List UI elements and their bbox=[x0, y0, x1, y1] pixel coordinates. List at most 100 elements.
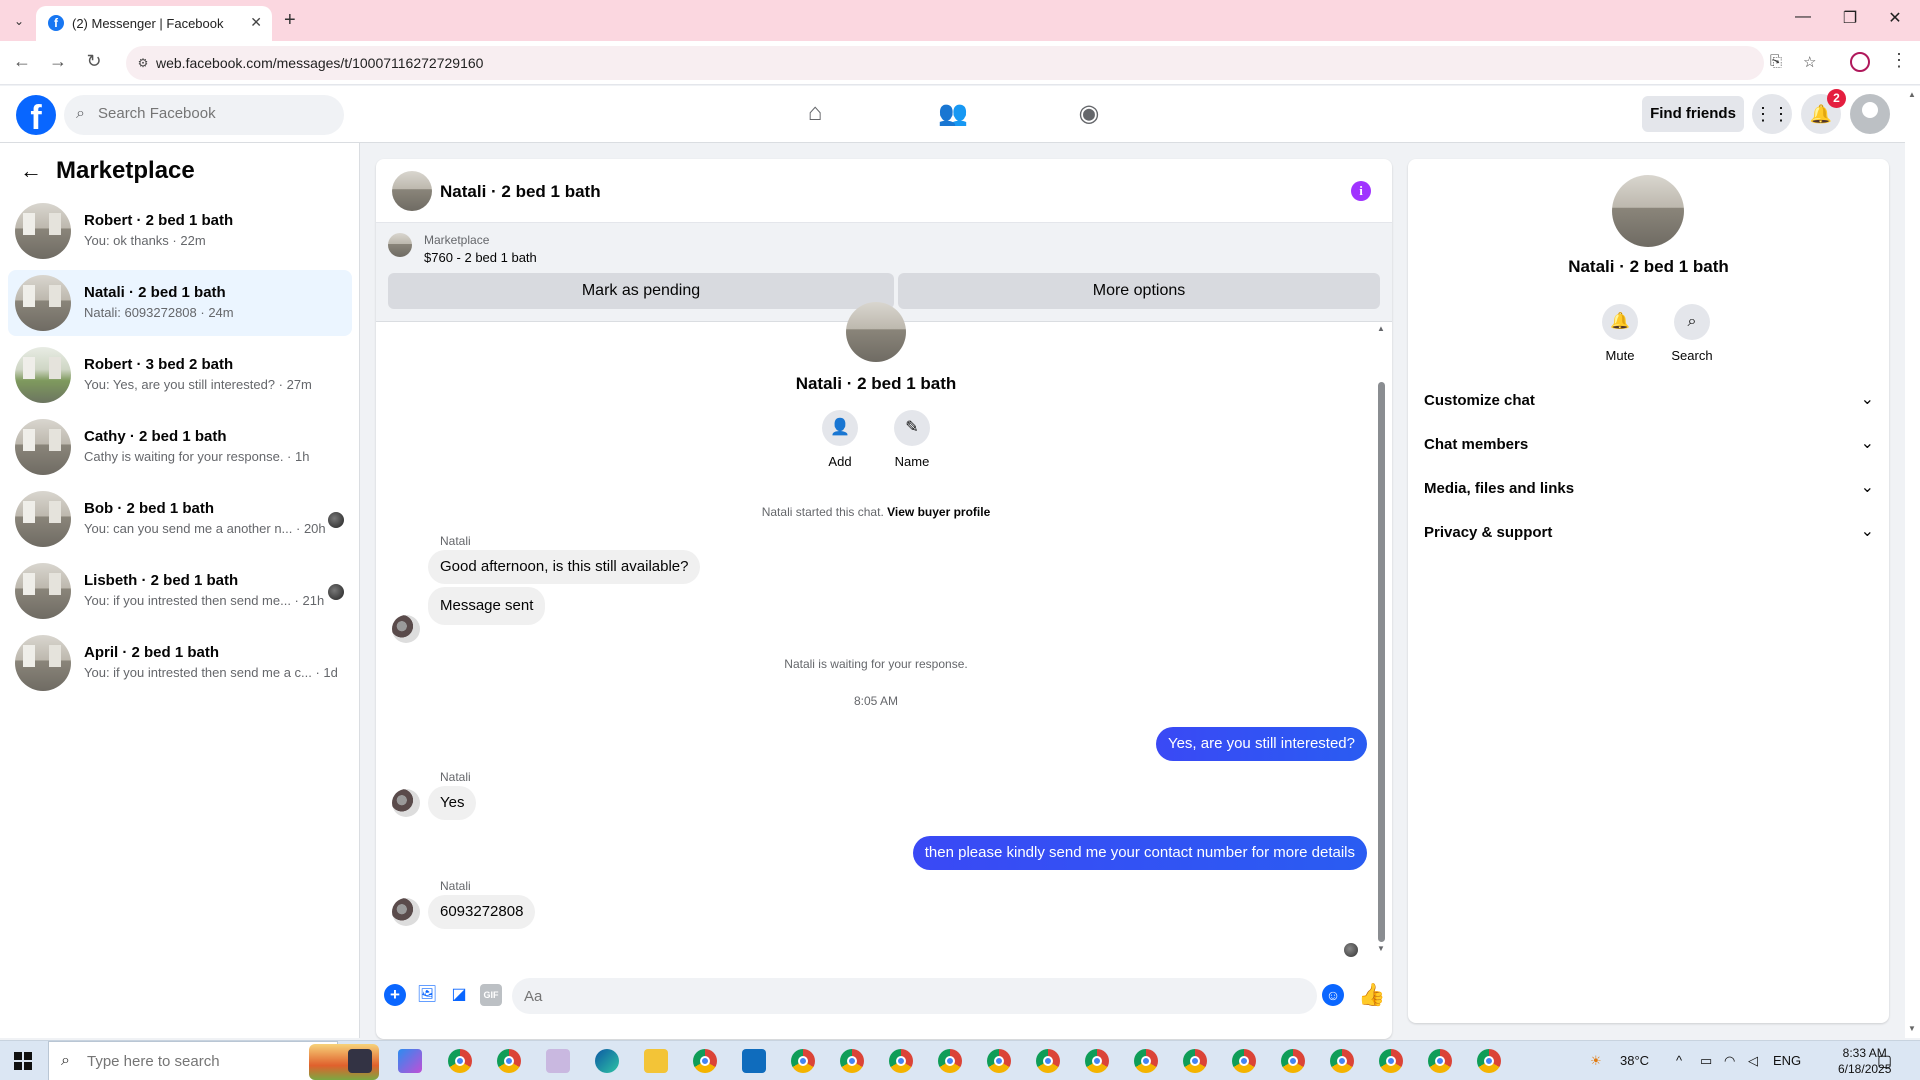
tab-search-icon[interactable]: ⌄ bbox=[10, 12, 28, 30]
conversation-item[interactable]: Lisbeth · 2 bed 1 bath You: if you intre… bbox=[8, 558, 352, 624]
browser-tab[interactable]: f (2) Messenger | Facebook ✕ bbox=[36, 6, 272, 41]
mark-as-pending-button[interactable]: Mark as pending bbox=[388, 273, 894, 309]
back-icon[interactable]: ← bbox=[10, 51, 34, 72]
page-scrollbar[interactable]: ▲ ▼ bbox=[1905, 86, 1920, 1038]
scroll-down-arrow-icon[interactable]: ▼ bbox=[1375, 944, 1387, 953]
conversation-item[interactable]: April · 2 bed 1 bath You: if you intrest… bbox=[8, 630, 352, 696]
emoji-icon[interactable]: ☺ bbox=[1322, 984, 1344, 1006]
url-text[interactable]: web.facebook.com/messages/t/100071162727… bbox=[156, 55, 483, 71]
omnibox[interactable]: ⚙ web.facebook.com/messages/t/1000711627… bbox=[126, 46, 1782, 80]
search-action[interactable]: ⌕ Search bbox=[1662, 304, 1722, 363]
new-tab-icon[interactable]: + bbox=[284, 9, 296, 32]
home-icon[interactable]: ⌂ bbox=[793, 99, 837, 131]
language-indicator[interactable]: ENG bbox=[1773, 1053, 1801, 1068]
tray-chevron-icon[interactable]: ^ bbox=[1676, 1053, 1682, 1068]
chat-title[interactable]: Natali · 2 bed 1 bath bbox=[440, 182, 601, 202]
mute-action[interactable]: 🔔 Mute bbox=[1590, 304, 1650, 363]
chrome-icon[interactable] bbox=[1477, 1049, 1501, 1073]
facebook-search[interactable]: ⌕ bbox=[64, 95, 344, 135]
minimize-icon[interactable]: — bbox=[1788, 8, 1818, 26]
chrome-icon[interactable] bbox=[1232, 1049, 1256, 1073]
chat-header-thumbnail[interactable] bbox=[392, 171, 432, 211]
chrome-icon[interactable] bbox=[497, 1049, 521, 1073]
app-icon[interactable] bbox=[546, 1049, 570, 1073]
conversation-item[interactable]: Robert · 3 bed 2 bath You: Yes, are you … bbox=[8, 342, 352, 408]
chrome-icon[interactable] bbox=[1428, 1049, 1452, 1073]
chrome-icon[interactable] bbox=[889, 1049, 913, 1073]
chrome-icon[interactable] bbox=[791, 1049, 815, 1073]
scroll-up-arrow-icon[interactable]: ▲ bbox=[1375, 324, 1387, 333]
notification-center-icon[interactable]: ▢ bbox=[1877, 1051, 1892, 1071]
chat-members-section[interactable]: Chat members ⌄ bbox=[1424, 425, 1874, 465]
taskbar-search[interactable]: ⌕ bbox=[48, 1041, 379, 1080]
wifi-icon[interactable]: ◠ bbox=[1724, 1053, 1735, 1069]
conversation-item-active[interactable]: Natali · 2 bed 1 bath Natali: 6093272808… bbox=[8, 270, 352, 336]
install-app-icon[interactable]: ⎘ bbox=[1770, 53, 1782, 70]
task-view-icon[interactable] bbox=[348, 1049, 372, 1073]
page-scroll-down-icon[interactable]: ▼ bbox=[1908, 1024, 1916, 1033]
find-friends-button[interactable]: Find friends bbox=[1642, 96, 1744, 132]
incoming-message[interactable]: Yes bbox=[428, 786, 477, 820]
outlook-icon[interactable] bbox=[742, 1049, 766, 1073]
listing-price[interactable]: $760 - 2 bed 1 bath bbox=[424, 250, 537, 265]
meet-now-icon[interactable]: ▭ bbox=[1700, 1053, 1712, 1069]
forward-icon[interactable]: → bbox=[46, 51, 70, 72]
name-action[interactable]: ✎ Name bbox=[882, 410, 942, 469]
chrome-icon[interactable] bbox=[693, 1049, 717, 1073]
media-files-links-section[interactable]: Media, files and links ⌄ bbox=[1424, 469, 1874, 509]
chrome-icon[interactable] bbox=[1134, 1049, 1158, 1073]
incoming-message[interactable]: Message sent bbox=[428, 587, 546, 625]
gif-icon[interactable]: GIF bbox=[480, 984, 502, 1006]
page-scroll-up-icon[interactable]: ▲ bbox=[1908, 90, 1916, 99]
weather-icon[interactable]: ☀ bbox=[1590, 1053, 1602, 1069]
bookmark-star-icon[interactable]: ☆ bbox=[1803, 53, 1816, 71]
chrome-icon[interactable] bbox=[987, 1049, 1011, 1073]
message-input[interactable] bbox=[512, 978, 1317, 1014]
menu-grid-icon[interactable]: ⋮⋮ bbox=[1752, 94, 1792, 134]
volume-icon[interactable]: ◁ bbox=[1748, 1053, 1758, 1069]
tab-close-icon[interactable]: ✕ bbox=[250, 14, 262, 31]
restore-icon[interactable]: ❐ bbox=[1835, 8, 1865, 28]
friends-icon[interactable]: 👥 bbox=[931, 99, 975, 131]
incoming-message[interactable]: 6093272808 bbox=[428, 895, 536, 929]
browser-profile-icon[interactable] bbox=[1850, 52, 1870, 72]
back-arrow-icon[interactable]: ← bbox=[20, 158, 42, 184]
outgoing-message[interactable]: Yes, are you still interested? bbox=[1155, 727, 1367, 761]
groups-icon[interactable]: ◉ bbox=[1067, 99, 1111, 131]
more-options-button[interactable]: More options bbox=[898, 273, 1380, 309]
facebook-search-input[interactable] bbox=[98, 105, 328, 122]
reload-icon[interactable]: ↻ bbox=[82, 51, 106, 72]
temperature[interactable]: 38°C bbox=[1620, 1053, 1649, 1068]
chrome-icon[interactable] bbox=[1036, 1049, 1060, 1073]
account-avatar[interactable] bbox=[1850, 94, 1890, 134]
chrome-icon[interactable] bbox=[1330, 1049, 1354, 1073]
chrome-icon[interactable] bbox=[1183, 1049, 1207, 1073]
sticker-icon[interactable]: ◪ bbox=[448, 984, 470, 1006]
scroll-thumb[interactable] bbox=[1378, 382, 1385, 942]
browser-menu-icon[interactable]: ⋮ bbox=[1890, 50, 1908, 71]
file-explorer-icon[interactable] bbox=[644, 1049, 668, 1073]
chat-scrollbar[interactable]: ▲ ▼ bbox=[1375, 324, 1387, 956]
thumbs-up-icon[interactable]: 👍 bbox=[1358, 982, 1385, 1008]
conversation-item[interactable]: Robert · 2 bed 1 bath You: ok thanks · 2… bbox=[8, 198, 352, 264]
windows-start-icon[interactable] bbox=[14, 1052, 32, 1070]
chrome-icon[interactable] bbox=[448, 1049, 472, 1073]
facebook-logo-icon[interactable]: f bbox=[16, 95, 56, 137]
listing-thumbnail[interactable] bbox=[388, 233, 412, 257]
view-buyer-profile-link[interactable]: View buyer profile bbox=[887, 505, 990, 519]
outgoing-message[interactable]: then please kindly send me your contact … bbox=[912, 836, 1367, 870]
conversation-item[interactable]: Cathy · 2 bed 1 bath Cathy is waiting fo… bbox=[8, 414, 352, 480]
copilot-icon[interactable] bbox=[398, 1049, 422, 1073]
edge-icon[interactable] bbox=[595, 1049, 619, 1073]
site-info-icon[interactable]: ⚙ bbox=[134, 54, 152, 72]
customize-chat-section[interactable]: Customize chat ⌄ bbox=[1424, 381, 1874, 421]
chrome-icon[interactable] bbox=[1085, 1049, 1109, 1073]
chrome-icon[interactable] bbox=[1379, 1049, 1403, 1073]
photo-icon[interactable]: 🖼 bbox=[416, 984, 438, 1006]
privacy-support-section[interactable]: Privacy & support ⌄ bbox=[1424, 513, 1874, 553]
chrome-icon[interactable] bbox=[938, 1049, 962, 1073]
incoming-message[interactable]: Good afternoon, is this still available? bbox=[428, 550, 701, 584]
taskbar-search-input[interactable] bbox=[87, 1053, 287, 1070]
info-icon[interactable]: i bbox=[1351, 181, 1371, 201]
more-actions-plus-icon[interactable]: + bbox=[384, 984, 406, 1006]
